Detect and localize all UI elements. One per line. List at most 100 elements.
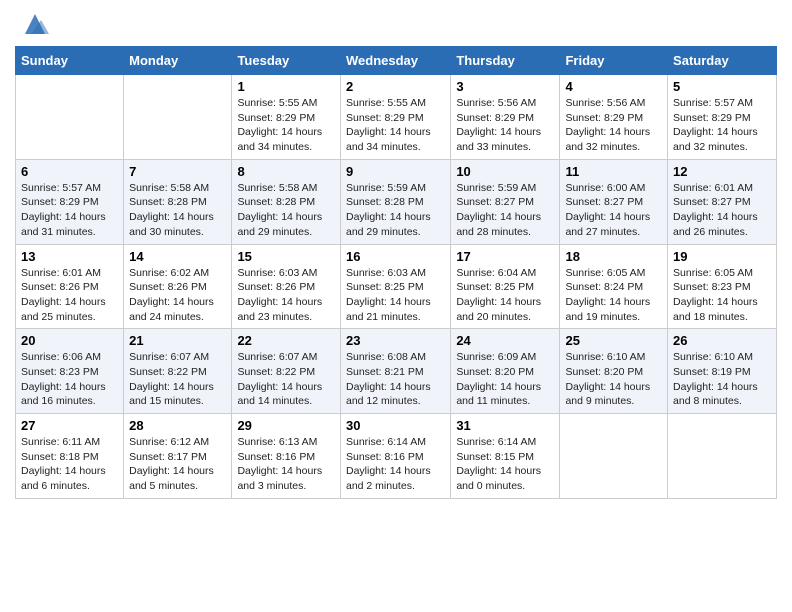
calendar-cell: 18 Sunrise: 6:05 AMSunset: 8:24 PMDayligh… [560,244,668,329]
day-number: 25 [565,333,662,348]
calendar-cell: 23 Sunrise: 6:08 AMSunset: 8:21 PMDayligh… [340,329,450,414]
day-number: 30 [346,418,445,433]
calendar-cell: 27 Sunrise: 6:11 AMSunset: 8:18 PMDayligh… [16,414,124,499]
calendar-cell: 16 Sunrise: 6:03 AMSunset: 8:25 PMDayligh… [340,244,450,329]
day-number: 7 [129,164,226,179]
day-number: 28 [129,418,226,433]
day-number: 23 [346,333,445,348]
calendar-cell: 3 Sunrise: 5:56 AMSunset: 8:29 PMDaylight… [451,75,560,160]
calendar-cell: 26Sunrise: 6:10 AMSunset: 8:19 PMDayligh… [668,329,777,414]
day-info: Sunrise: 6:00 AMSunset: 8:27 PMDaylight:… [565,182,650,238]
day-info: Sunrise: 6:03 AMSunset: 8:25 PMDaylight:… [346,267,431,323]
day-info: Sunrise: 6:14 AMSunset: 8:16 PMDaylight:… [346,436,431,492]
header-cell-wednesday: Wednesday [340,47,450,75]
day-info: Sunrise: 6:01 AMSunset: 8:26 PMDaylight:… [21,267,106,323]
day-info: Sunrise: 6:02 AMSunset: 8:26 PMDaylight:… [129,267,214,323]
calendar-cell: 7 Sunrise: 5:58 AMSunset: 8:28 PMDaylight… [124,159,232,244]
day-info: Sunrise: 5:59 AMSunset: 8:27 PMDaylight:… [456,182,541,238]
day-info: Sunrise: 5:56 AMSunset: 8:29 PMDaylight:… [456,97,541,153]
day-info: Sunrise: 6:11 AMSunset: 8:18 PMDaylight:… [21,436,106,492]
day-number: 19 [673,249,771,264]
day-number: 5 [673,79,771,94]
day-number: 24 [456,333,554,348]
day-number: 31 [456,418,554,433]
calendar-cell [16,75,124,160]
calendar-cell: 12Sunrise: 6:01 AMSunset: 8:27 PMDayligh… [668,159,777,244]
calendar-cell: 19 Sunrise: 6:05 AMSunset: 8:23 PMDayligh… [668,244,777,329]
day-number: 11 [565,164,662,179]
calendar-cell: 30 Sunrise: 6:14 AMSunset: 8:16 PMDayligh… [340,414,450,499]
day-info: Sunrise: 5:55 AMSunset: 8:29 PMDaylight:… [237,97,322,153]
calendar-cell: 24 Sunrise: 6:09 AMSunset: 8:20 PMDayligh… [451,329,560,414]
day-info: Sunrise: 5:58 AMSunset: 8:28 PMDaylight:… [237,182,322,238]
day-number: 16 [346,249,445,264]
calendar-table: SundayMondayTuesdayWednesdayThursdayFrid… [15,46,777,499]
day-info: Sunrise: 6:05 AMSunset: 8:24 PMDaylight:… [565,267,650,323]
calendar-cell: 22 Sunrise: 6:07 AMSunset: 8:22 PMDayligh… [232,329,341,414]
day-number: 29 [237,418,335,433]
calendar-cell: 29 Sunrise: 6:13 AMSunset: 8:16 PMDayligh… [232,414,341,499]
calendar-cell: 31 Sunrise: 6:14 AMSunset: 8:15 PMDayligh… [451,414,560,499]
day-number: 2 [346,79,445,94]
calendar-cell [124,75,232,160]
day-info: Sunrise: 5:59 AMSunset: 8:28 PMDaylight:… [346,182,431,238]
logo-icon [21,10,49,38]
header [15,10,777,38]
day-number: 22 [237,333,335,348]
calendar-cell: 9 Sunrise: 5:59 AMSunset: 8:28 PMDaylight… [340,159,450,244]
calendar-cell: 2 Sunrise: 5:55 AMSunset: 8:29 PMDaylight… [340,75,450,160]
day-number: 15 [237,249,335,264]
week-row-2: 6Sunrise: 5:57 AMSunset: 8:29 PMDaylight… [16,159,777,244]
header-cell-friday: Friday [560,47,668,75]
calendar-cell [560,414,668,499]
day-info: Sunrise: 6:09 AMSunset: 8:20 PMDaylight:… [456,351,541,407]
day-info: Sunrise: 6:10 AMSunset: 8:20 PMDaylight:… [565,351,650,407]
day-number: 21 [129,333,226,348]
day-info: Sunrise: 6:01 AMSunset: 8:27 PMDaylight:… [673,182,758,238]
day-info: Sunrise: 6:03 AMSunset: 8:26 PMDaylight:… [237,267,322,323]
day-number: 1 [237,79,335,94]
day-number: 4 [565,79,662,94]
day-number: 9 [346,164,445,179]
calendar-cell: 20Sunrise: 6:06 AMSunset: 8:23 PMDayligh… [16,329,124,414]
header-row: SundayMondayTuesdayWednesdayThursdayFrid… [16,47,777,75]
week-row-3: 13 Sunrise: 6:01 AMSunset: 8:26 PMDayligh… [16,244,777,329]
day-number: 8 [237,164,335,179]
calendar-cell: 10Sunrise: 5:59 AMSunset: 8:27 PMDayligh… [451,159,560,244]
header-cell-thursday: Thursday [451,47,560,75]
day-number: 18 [565,249,662,264]
day-info: Sunrise: 6:14 AMSunset: 8:15 PMDaylight:… [456,436,541,492]
day-info: Sunrise: 5:57 AMSunset: 8:29 PMDaylight:… [21,182,106,238]
day-info: Sunrise: 6:10 AMSunset: 8:19 PMDaylight:… [673,351,758,407]
calendar-cell: 5Sunrise: 5:57 AMSunset: 8:29 PMDaylight… [668,75,777,160]
day-number: 14 [129,249,226,264]
day-info: Sunrise: 5:56 AMSunset: 8:29 PMDaylight:… [565,97,650,153]
day-number: 27 [21,418,118,433]
week-row-1: 1 Sunrise: 5:55 AMSunset: 8:29 PMDaylight… [16,75,777,160]
calendar-cell: 8 Sunrise: 5:58 AMSunset: 8:28 PMDaylight… [232,159,341,244]
week-row-5: 27 Sunrise: 6:11 AMSunset: 8:18 PMDayligh… [16,414,777,499]
calendar-cell: 4 Sunrise: 5:56 AMSunset: 8:29 PMDaylight… [560,75,668,160]
day-info: Sunrise: 6:12 AMSunset: 8:17 PMDaylight:… [129,436,214,492]
day-info: Sunrise: 6:07 AMSunset: 8:22 PMDaylight:… [129,351,214,407]
day-info: Sunrise: 5:55 AMSunset: 8:29 PMDaylight:… [346,97,431,153]
day-number: 17 [456,249,554,264]
calendar-cell [668,414,777,499]
calendar-cell: 11 Sunrise: 6:00 AMSunset: 8:27 PMDayligh… [560,159,668,244]
calendar-cell: 14 Sunrise: 6:02 AMSunset: 8:26 PMDayligh… [124,244,232,329]
day-number: 3 [456,79,554,94]
logo [15,10,49,38]
calendar-cell: 21 Sunrise: 6:07 AMSunset: 8:22 PMDayligh… [124,329,232,414]
day-number: 20 [21,333,118,348]
calendar-cell: 13 Sunrise: 6:01 AMSunset: 8:26 PMDayligh… [16,244,124,329]
header-cell-saturday: Saturday [668,47,777,75]
day-number: 13 [21,249,118,264]
day-info: Sunrise: 6:08 AMSunset: 8:21 PMDaylight:… [346,351,431,407]
day-info: Sunrise: 6:07 AMSunset: 8:22 PMDaylight:… [237,351,322,407]
day-info: Sunrise: 6:04 AMSunset: 8:25 PMDaylight:… [456,267,541,323]
calendar-cell: 28 Sunrise: 6:12 AMSunset: 8:17 PMDayligh… [124,414,232,499]
day-info: Sunrise: 6:13 AMSunset: 8:16 PMDaylight:… [237,436,322,492]
day-info: Sunrise: 6:05 AMSunset: 8:23 PMDaylight:… [673,267,758,323]
header-cell-monday: Monday [124,47,232,75]
day-info: Sunrise: 5:58 AMSunset: 8:28 PMDaylight:… [129,182,214,238]
